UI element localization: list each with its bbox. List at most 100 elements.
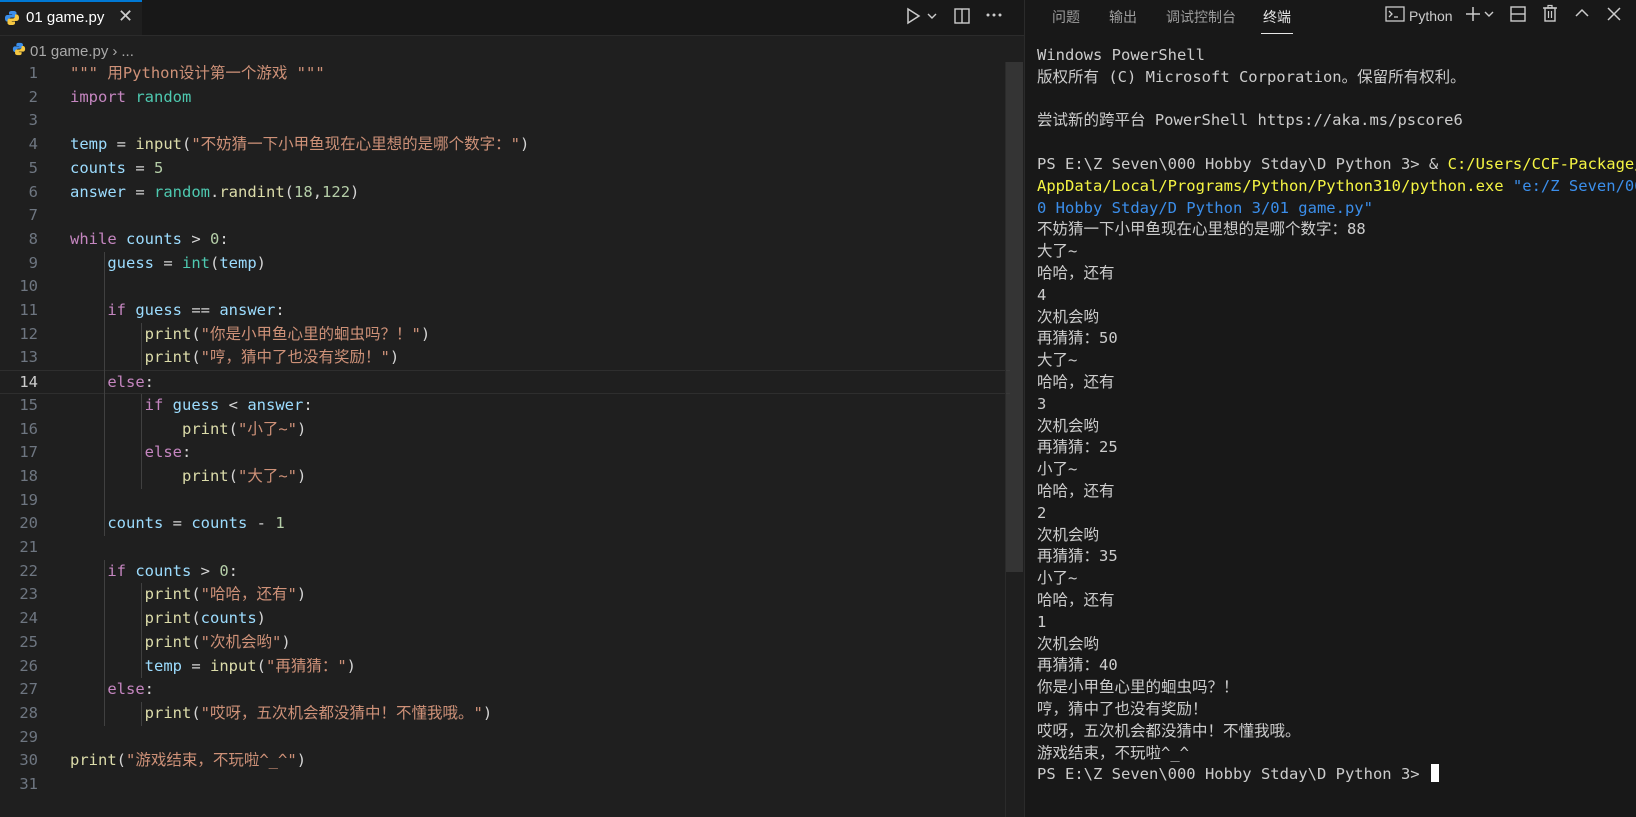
code-text: if counts > 0: (70, 560, 238, 584)
terminal-line: PS E:\Z Seven\000 Hobby Stday\D Python 3… (1037, 154, 1636, 176)
tab-01-game-py[interactable]: 01 game.py ✕ (0, 0, 142, 35)
tab-output[interactable]: 输出 (1109, 7, 1137, 27)
code-token: input (135, 135, 182, 154)
breadcrumb-file[interactable]: 01 game.py (30, 43, 108, 60)
code-token: if (70, 395, 164, 414)
code-line[interactable]: 4 temp = input("不妨猜一下小甲鱼现在心里想的是哪个数字：") (0, 133, 1010, 157)
code-token: : (228, 561, 239, 580)
code-line[interactable]: 15 if guess < answer: (0, 394, 1010, 418)
trash-icon[interactable] (1541, 4, 1559, 29)
code-line[interactable]: 10 (0, 275, 1010, 299)
code-token: temp (70, 656, 182, 675)
code-line[interactable]: 19 (0, 489, 1010, 513)
code-line[interactable]: 31 (0, 773, 1010, 797)
line-number: 18 (19, 466, 38, 485)
code-line[interactable]: 22 if counts > 0: (0, 560, 1010, 584)
code-token: while (70, 229, 117, 248)
terminal-text: 哈哈，还有 (1037, 591, 1115, 609)
code-token: < (219, 395, 248, 414)
split-editor-icon[interactable] (953, 6, 971, 31)
active-tab-indicator (1261, 33, 1293, 34)
code-token: = (154, 253, 182, 272)
code-token: print (70, 703, 192, 722)
code-token: guess (70, 253, 154, 272)
code-line[interactable]: 29 (0, 726, 1010, 750)
indent-guide (141, 393, 142, 489)
code-line[interactable]: 5 counts = 5 (0, 157, 1010, 181)
chevron-down-icon[interactable] (926, 6, 938, 31)
code-line[interactable]: 9 guess = int(temp) (0, 252, 1010, 276)
code-token: "小了~" (237, 419, 297, 438)
line-number: 3 (28, 111, 38, 130)
code-line[interactable]: 11 if guess == answer: (0, 299, 1010, 323)
code-line[interactable]: 30 print("游戏结束，不玩啦^_^") (0, 749, 1010, 773)
terminal-line: 版权所有 (C) Microsoft Corporation。保留所有权利。 (1037, 67, 1466, 89)
close-panel-icon[interactable] (1605, 4, 1623, 29)
line-number: 30 (19, 751, 38, 770)
indent-guide (141, 583, 142, 679)
code-line[interactable]: 1 """ 用Python设计第一个游戏 """ (0, 62, 1010, 86)
indent-guide (141, 701, 142, 726)
editor-scroll-thumb[interactable] (1006, 62, 1023, 572)
terminal-text: 尝试新的跨平台 PowerShell https://aka.ms/pscore… (1037, 111, 1463, 130)
code-line[interactable]: 2 import random (0, 86, 1010, 110)
terminal-line: 哼，猜中了也没有奖励！ (1037, 699, 1208, 721)
run-icon[interactable] (904, 6, 922, 31)
code-token: ) (350, 182, 360, 201)
code-token: "哈哈，还有" (200, 585, 297, 604)
plus-icon[interactable] (1463, 3, 1483, 30)
code-line[interactable]: 27 else: (0, 678, 1010, 702)
code-line[interactable]: 23 print("哈哈，还有") (0, 583, 1010, 607)
code-token: "不妨猜一下小甲鱼现在心里想的是哪个数字：" (191, 135, 521, 154)
chevron-up-icon[interactable] (1573, 4, 1591, 29)
code-line[interactable]: 12 print("你是小甲鱼心里的蛔虫吗？！") (0, 323, 1010, 347)
terminal-string-text: "e:/Z Seven/00 (1503, 176, 1636, 195)
chevron-down-icon[interactable] (1483, 3, 1495, 30)
terminal-icon[interactable] (1385, 5, 1405, 28)
terminal-line: 次机会哟 (1037, 416, 1099, 438)
code-line[interactable]: 8 while counts > 0: (0, 228, 1010, 252)
line-number: 11 (19, 301, 38, 319)
code-token: if (70, 561, 126, 580)
code-line[interactable]: 26 temp = input("再猜猜：") (0, 655, 1010, 679)
code-token: else (70, 373, 145, 392)
terminal-line: 3 (1037, 394, 1046, 416)
code-token: ) (256, 609, 267, 628)
code-text: else: (70, 678, 154, 702)
code-token: ) (296, 466, 307, 485)
code-text: import random (70, 86, 191, 110)
tab-debug-console[interactable]: 调试控制台 (1166, 7, 1236, 27)
code-line[interactable]: 6 answer = random.randint(18,122) (0, 181, 1010, 205)
line-number: 5 (28, 158, 38, 177)
code-text: print("你是小甲鱼心里的蛔虫吗？！") (70, 323, 431, 347)
editor-area: 01 game.py ✕ 01 game.py › ... 1 """ 用Pyth… (0, 0, 1024, 817)
code-line[interactable]: 20 counts = counts - 1 (0, 512, 1010, 536)
code-line[interactable]: 13 print("哼，猜中了也没有奖励！") (0, 346, 1010, 370)
code-line[interactable]: 24 print(counts) (0, 607, 1010, 631)
code-token: """ 用Python设计第一个游戏 """ (70, 64, 325, 82)
code-line[interactable]: 3 (0, 109, 1010, 133)
code-line[interactable]: 16 print("小了~") (0, 418, 1010, 442)
code-token: "你是小甲鱼心里的蛔虫吗？！" (200, 324, 421, 343)
terminal-shell-label[interactable]: Python (1409, 8, 1453, 24)
breadcrumb-more[interactable]: ... (121, 43, 134, 60)
split-terminal-icon[interactable] (1509, 5, 1527, 28)
tab-problems[interactable]: 问题 (1052, 7, 1080, 27)
code-token: ) (296, 751, 307, 770)
code-line[interactable]: 14 else: (0, 370, 1010, 394)
code-line[interactable]: 18 print("大了~") (0, 465, 1010, 489)
more-actions-icon[interactable] (985, 3, 1003, 32)
code-line[interactable]: 21 (0, 536, 1010, 560)
code-token: 1 (275, 514, 285, 533)
close-icon[interactable]: ✕ (118, 6, 133, 27)
code-token: . (210, 182, 220, 201)
code-line[interactable]: 7 (0, 204, 1010, 228)
code-line[interactable]: 25 print("次机会哟") (0, 631, 1010, 655)
code-token: if (70, 301, 126, 319)
code-line[interactable]: 28 print("哎呀，五次机会都没猜中！不懂我哦。") (0, 702, 1010, 726)
code-text: counts = 5 (70, 157, 163, 181)
tab-terminal[interactable]: 终端 (1263, 7, 1291, 27)
code-line[interactable]: 17 else: (0, 441, 1010, 465)
terminal-line: 2 (1037, 503, 1046, 525)
terminal-text: 哈哈，还有 (1037, 264, 1115, 282)
